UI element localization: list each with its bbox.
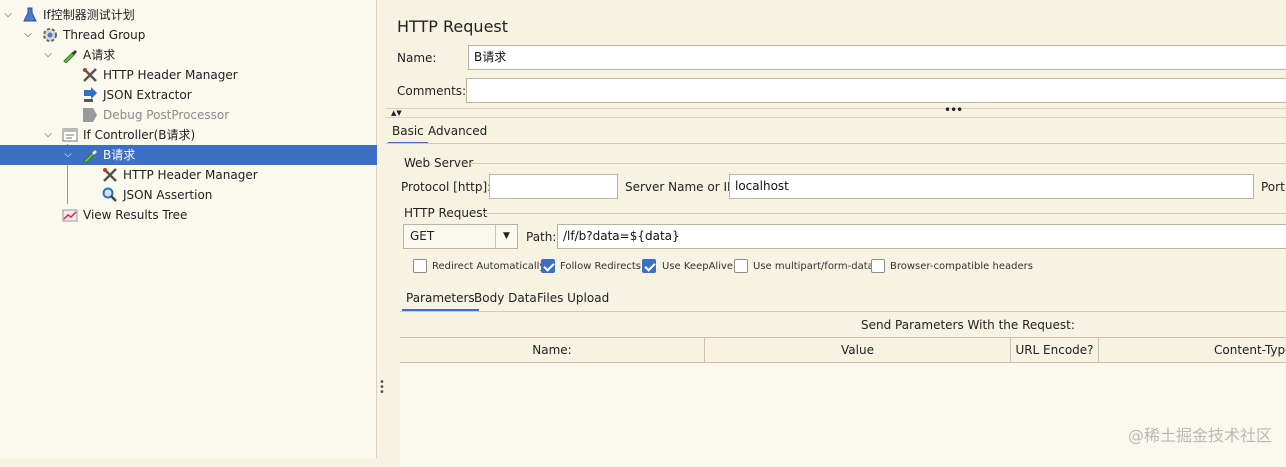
http-request-panel: HTTP Request Name: B请求 Comments: ▲▼ ••• …	[386, 0, 1286, 467]
redirect-automatically-label: Redirect Automatically	[432, 261, 546, 272]
multipart-form-data-checkbox[interactable]	[734, 259, 748, 273]
tools-icon	[82, 67, 98, 83]
divider-grip-icon[interactable]: •••	[944, 103, 963, 117]
tree-item-label: A请求	[83, 48, 116, 62]
parameters-table[interactable]: Name: Value URL Encode? Content-Type	[400, 337, 1286, 467]
follow-redirects-checkbox[interactable]	[541, 259, 555, 273]
follow-redirects-label: Follow Redirects	[560, 261, 641, 272]
column-header-content-type[interactable]: Content-Type	[1099, 338, 1286, 363]
tree-item-b-request[interactable]: ⌵ B请求	[0, 145, 377, 165]
port-label: Port	[1261, 180, 1285, 194]
tree-item-debug-postprocessor[interactable]: Debug PostProcessor	[0, 105, 377, 125]
protocol-field[interactable]	[489, 174, 618, 199]
tab-strip-line	[386, 143, 1286, 144]
chevron-down-icon[interactable]: ⌵	[62, 145, 74, 165]
results-tree-chart-icon	[62, 207, 78, 223]
group-border	[482, 213, 1286, 214]
magnifier-icon	[102, 187, 118, 203]
path-label: Path:	[526, 230, 557, 244]
tree-item-label: JSON Extractor	[103, 88, 192, 102]
server-label: Server Name or IP:	[625, 180, 739, 194]
tree-item-a-request[interactable]: ⌵ A请求	[0, 45, 377, 65]
comments-label: Comments:	[397, 84, 467, 98]
tree-item-label: View Results Tree	[83, 208, 188, 222]
path-field[interactable]: /lf/b?data=${data}	[557, 224, 1286, 249]
thread-group-gear-icon	[42, 27, 58, 43]
comments-field[interactable]	[466, 78, 1286, 103]
tree-item-json-extractor[interactable]: JSON Extractor	[0, 85, 377, 105]
browser-compatible-headers-label: Browser-compatible headers	[890, 261, 1033, 272]
tree-item-label: Thread Group	[63, 28, 146, 42]
name-field[interactable]: B请求	[468, 45, 1286, 70]
tree-item-view-results-tree[interactable]: View Results Tree	[0, 205, 377, 225]
tree-item-label: JSON Assertion	[123, 188, 213, 202]
name-label: Name:	[397, 51, 437, 65]
group-border	[470, 163, 1286, 164]
tab-advanced[interactable]: Advanced	[424, 120, 491, 144]
panel-title: HTTP Request	[397, 17, 509, 36]
test-plan-tree: ⌵ If控制器测试计划 ⌵ Thread Group ⌵ A请求 HTTP He…	[0, 0, 377, 458]
protocol-label: Protocol [http]:	[401, 180, 492, 194]
chevron-down-icon[interactable]: ⌵	[2, 5, 14, 25]
collapse-divider[interactable]: ▲▼ •••	[386, 103, 1286, 118]
watermark: @稀土掘金技术社区	[1127, 426, 1272, 445]
tree-item-label: If控制器测试计划	[43, 8, 135, 22]
tree-item-label: Debug PostProcessor	[103, 108, 230, 122]
collapse-arrows-icon[interactable]: ▲▼	[391, 109, 402, 117]
tab-files-upload[interactable]: Files Upload	[533, 287, 613, 311]
tree-item-label: HTTP Header Manager	[123, 168, 258, 182]
tree-item-label: HTTP Header Manager	[103, 68, 238, 82]
chevron-down-icon[interactable]: ▼	[495, 225, 517, 248]
tree-item-if-controller[interactable]: ⌵ If Controller(B请求)	[0, 125, 377, 145]
redirect-automatically-checkbox[interactable]	[413, 259, 427, 273]
method-select[interactable]: GET ▼	[403, 224, 518, 249]
multipart-form-data-label: Use multipart/form-data	[753, 261, 874, 272]
param-tab-strip-line	[400, 311, 1286, 312]
server-field[interactable]: localhost	[729, 174, 1254, 199]
chevron-down-icon[interactable]: ⌵	[42, 125, 54, 145]
if-controller-icon	[62, 127, 78, 143]
column-header-value[interactable]: Value	[705, 338, 1011, 363]
tab-body-data[interactable]: Body Data	[470, 287, 541, 311]
test-plan-icon	[22, 7, 38, 23]
tab-basic[interactable]: Basic	[388, 120, 428, 144]
column-header-url-encode[interactable]: URL Encode?	[1011, 338, 1099, 363]
tree-item-json-assertion[interactable]: JSON Assertion	[0, 185, 377, 205]
web-server-legend: Web Server	[404, 156, 474, 170]
use-keepalive-checkbox[interactable]	[642, 259, 656, 273]
params-caption: Send Parameters With the Request:	[861, 318, 1075, 332]
extractor-arrow-icon	[82, 87, 98, 103]
http-request-pipette-icon	[82, 147, 98, 164]
tools-icon	[102, 167, 118, 183]
chevron-down-icon[interactable]: ⌵	[22, 25, 34, 45]
tree-item-label: If Controller(B请求)	[83, 128, 196, 142]
tab-parameters[interactable]: Parameters	[402, 287, 479, 311]
tree-item-label: B请求	[103, 148, 136, 162]
tree-item-http-header-manager[interactable]: HTTP Header Manager	[0, 65, 377, 85]
tree-item-http-header-manager-b[interactable]: HTTP Header Manager	[0, 165, 377, 185]
http-request-pipette-icon	[62, 47, 78, 64]
method-value: GET	[410, 229, 435, 243]
browser-compatible-headers-checkbox[interactable]	[871, 259, 885, 273]
tree-item-test-plan[interactable]: ⌵ If控制器测试计划	[0, 5, 377, 25]
debug-postprocessor-icon	[82, 107, 98, 123]
chevron-down-icon[interactable]: ⌵	[42, 45, 54, 65]
use-keepalive-label: Use KeepAlive	[662, 261, 734, 272]
http-request-legend: HTTP Request	[404, 206, 488, 220]
tree-item-thread-group[interactable]: ⌵ Thread Group	[0, 25, 377, 45]
column-header-name[interactable]: Name:	[400, 338, 705, 363]
split-pane-handle[interactable]: • • •	[379, 378, 385, 398]
